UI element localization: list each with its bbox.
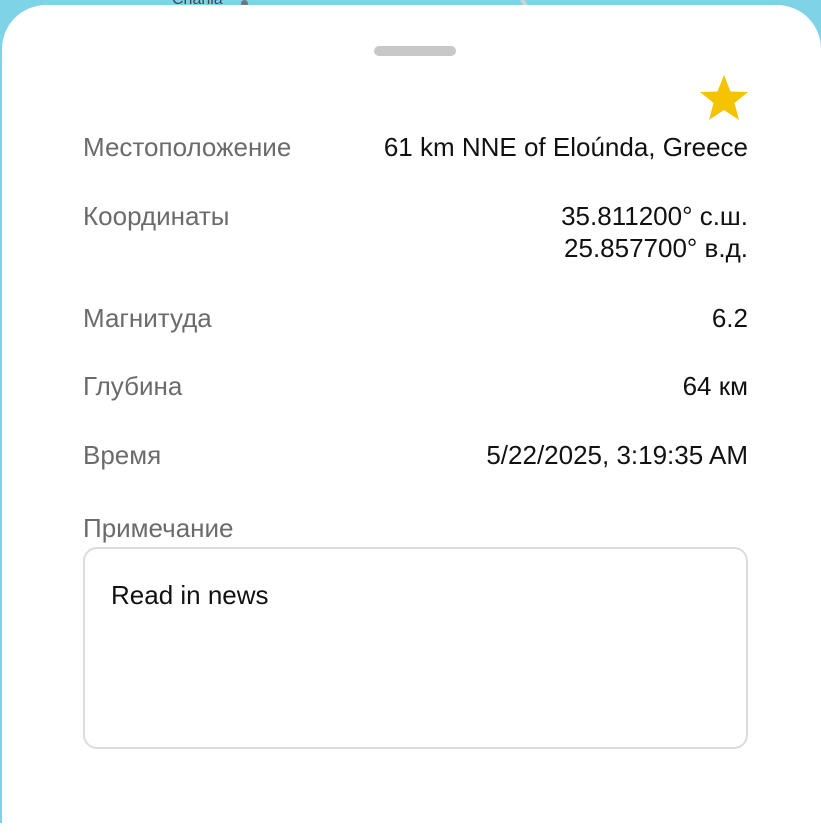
note-label: Примечание: [83, 513, 234, 543]
longitude-value: 25.857700° в.д.: [564, 233, 748, 263]
note-text[interactable]: Read in news: [111, 579, 269, 611]
depth-label: Глубина: [83, 371, 183, 401]
detail-row-coordinates: Координаты 35.811200° с.ш. 25.857700° в.…: [83, 200, 748, 266]
note-field[interactable]: Read in news: [83, 547, 748, 749]
magnitude-label: Магнитуда: [83, 303, 212, 333]
time-label: Время: [83, 440, 162, 470]
location-value: 61 km NNE of Eloúnda, Greece: [383, 132, 748, 162]
time-value: 5/22/2025, 3:19:35 AM: [486, 440, 748, 470]
latitude-value: 35.811200° с.ш.: [561, 201, 748, 231]
depth-value: 64 км: [682, 371, 748, 401]
location-label: Местоположение: [83, 132, 292, 162]
drag-handle[interactable]: [374, 46, 456, 56]
coordinates-label: Координаты: [83, 201, 230, 231]
earthquake-details-sheet: Местоположение 61 km NNE of Eloúnda, Gre…: [2, 5, 821, 835]
star-icon[interactable]: [698, 73, 750, 123]
magnitude-value: 6.2: [711, 303, 748, 333]
